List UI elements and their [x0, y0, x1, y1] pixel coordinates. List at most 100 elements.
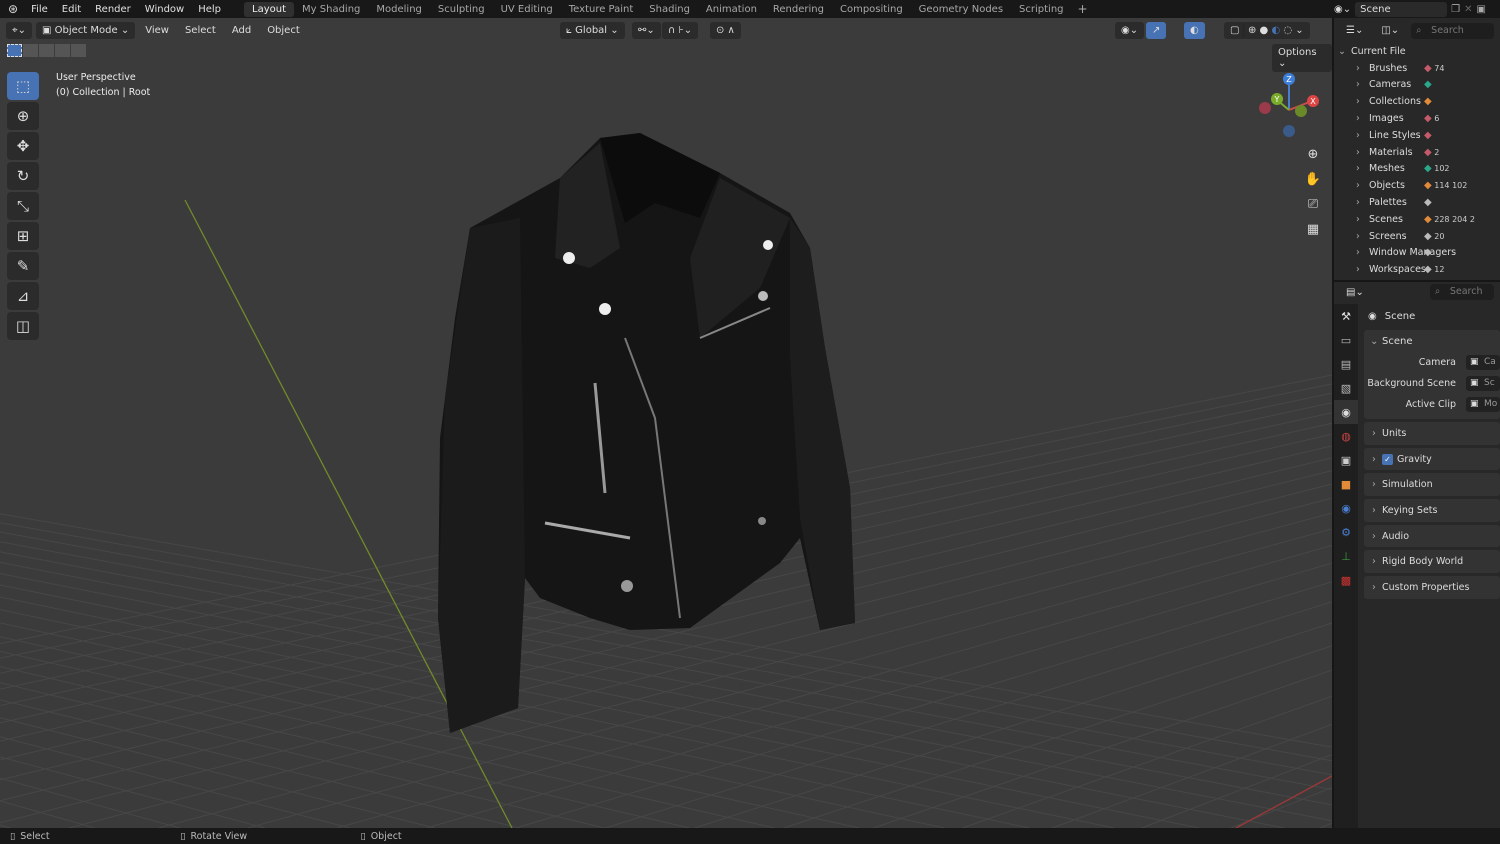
- mode-dropdown[interactable]: ▣ Object Mode ⌄: [36, 21, 136, 39]
- move-tool-icon[interactable]: ✥: [7, 132, 39, 160]
- scene-tab-icon[interactable]: ◉: [1334, 400, 1358, 424]
- world-tab-icon[interactable]: ◍: [1334, 424, 1358, 448]
- select-invert-icon[interactable]: [55, 44, 70, 57]
- zoom-icon[interactable]: ⊕: [1302, 142, 1324, 167]
- constraints-tab-icon[interactable]: ⊥: [1334, 544, 1358, 568]
- workspace-tab-animation[interactable]: Animation: [698, 2, 765, 17]
- panel-simulation[interactable]: › Simulation: [1364, 473, 1500, 497]
- properties-editor-type-icon[interactable]: ▤⌄: [1340, 283, 1370, 301]
- workspace-tab-layout[interactable]: Layout: [244, 1, 295, 17]
- menu-window[interactable]: Window: [138, 4, 191, 15]
- workspace-tab-texture-paint[interactable]: Texture Paint: [561, 2, 642, 17]
- outliner-item[interactable]: › Brushes ◆ 74: [1334, 60, 1500, 77]
- outliner-item[interactable]: › Cameras ◆: [1334, 77, 1500, 94]
- display-mode-icon[interactable]: ◫⌄: [1375, 22, 1406, 39]
- workspace-tab-my-shading[interactable]: My Shading: [294, 2, 368, 17]
- gizmo-icon[interactable]: ↗: [1146, 21, 1167, 39]
- render-tab-icon[interactable]: ▭: [1334, 328, 1358, 352]
- panel-audio[interactable]: › Audio: [1364, 524, 1500, 548]
- collection-tab-icon[interactable]: ▣: [1334, 448, 1358, 472]
- view-layer-icon[interactable]: ▣: [1476, 4, 1485, 15]
- panel-rigid-body-world[interactable]: › Rigid Body World: [1364, 550, 1500, 574]
- outliner-editor-type-icon[interactable]: ☰⌄: [1340, 22, 1370, 39]
- property-field[interactable]: ▣ Mo: [1466, 397, 1500, 412]
- outliner-item[interactable]: › Materials ◆ 2: [1334, 144, 1500, 161]
- menu-add[interactable]: Add: [226, 22, 257, 39]
- add-cube-tool-icon[interactable]: ◫: [7, 312, 39, 340]
- select-intersect-icon[interactable]: [71, 44, 86, 57]
- select-extend-icon[interactable]: [23, 44, 38, 57]
- proportional-edit-icon[interactable]: ⊙ ∧: [710, 21, 741, 39]
- menu-help[interactable]: Help: [191, 4, 228, 15]
- properties-search-input[interactable]: ⌕ Search: [1429, 284, 1494, 300]
- physics-tab-icon[interactable]: ⚙: [1334, 520, 1358, 544]
- workspace-tab-modeling[interactable]: Modeling: [368, 2, 430, 17]
- outliner-item[interactable]: › Objects ◆ 114 102: [1334, 177, 1500, 194]
- snap-icon[interactable]: ∩ ⊦⌄: [662, 21, 699, 39]
- menu-object[interactable]: Object: [261, 22, 306, 39]
- transform-tool-icon[interactable]: ⊞: [7, 222, 39, 250]
- outliner-item[interactable]: › Collections ◆: [1334, 93, 1500, 110]
- scale-tool-icon[interactable]: ⤡: [7, 192, 39, 220]
- scene-name-field[interactable]: Scene: [1355, 1, 1448, 17]
- menu-render[interactable]: Render: [88, 4, 138, 15]
- annotate-tool-icon[interactable]: ✎: [7, 252, 39, 280]
- workspace-tab-scripting[interactable]: Scripting: [1011, 2, 1071, 17]
- blender-logo-icon[interactable]: ⊛: [0, 2, 24, 16]
- 3d-viewport[interactable]: ⌖⌄ ▣ Object Mode ⌄ View Select Add Objec…: [0, 18, 1332, 828]
- rotate-tool-icon[interactable]: ↻: [7, 162, 39, 190]
- overlays-icon[interactable]: ◐: [1184, 21, 1205, 39]
- outliner-item[interactable]: › Palettes ◆: [1334, 194, 1500, 211]
- editor-type-button[interactable]: ⌖⌄: [6, 21, 33, 39]
- navigation-gizmo[interactable]: Z X Y: [1252, 70, 1327, 145]
- output-tab-icon[interactable]: ▤: [1334, 352, 1358, 376]
- texture-tab-icon[interactable]: ▩: [1334, 568, 1358, 592]
- property-field[interactable]: ▣ Ca: [1466, 355, 1500, 370]
- visibility-icon[interactable]: ◉⌄: [1115, 21, 1145, 39]
- gravity-checkbox[interactable]: ✓: [1382, 453, 1393, 465]
- outliner-item[interactable]: › Meshes ◆ 102: [1334, 161, 1500, 178]
- workspace-tab-uv-editing[interactable]: UV Editing: [493, 2, 561, 17]
- outliner-item[interactable]: › Window Managers ◆: [1334, 245, 1500, 262]
- menu-edit[interactable]: Edit: [55, 4, 88, 15]
- scene-panel-header[interactable]: ⌄ Scene: [1364, 330, 1500, 352]
- tool-tab-icon[interactable]: ⚒: [1334, 304, 1358, 328]
- outliner-item[interactable]: › Line Styles ◆: [1334, 127, 1500, 144]
- workspace-tab-geometry-nodes[interactable]: Geometry Nodes: [911, 2, 1011, 17]
- outliner-item[interactable]: › Workspaces ◆ 12: [1334, 261, 1500, 278]
- workspace-tab-rendering[interactable]: Rendering: [765, 2, 832, 17]
- ortho-grid-icon[interactable]: ▦: [1302, 217, 1324, 242]
- modifier-tab-icon[interactable]: ◉: [1334, 496, 1358, 520]
- select-new-icon[interactable]: [7, 44, 22, 57]
- delete-scene-icon[interactable]: ✕: [1464, 4, 1472, 15]
- outliner-item[interactable]: › Scenes ◆ 228 204 2: [1334, 211, 1500, 228]
- select-subtract-icon[interactable]: [39, 44, 54, 57]
- property-field[interactable]: ▣ Sc: [1466, 376, 1500, 391]
- workspace-tab-shading[interactable]: Shading: [641, 2, 698, 17]
- select-box-tool-icon[interactable]: ⬚: [7, 72, 39, 100]
- panel-units[interactable]: › Units: [1364, 422, 1500, 445]
- view-layer-tab-icon[interactable]: ▧: [1334, 376, 1358, 400]
- measure-tool-icon[interactable]: ⊿: [7, 282, 39, 310]
- cursor-tool-icon[interactable]: ⊕: [7, 102, 39, 130]
- pan-hand-icon[interactable]: ✋: [1302, 167, 1324, 192]
- shading-modes[interactable]: ⊕ ● ◐ ◌ ⌄: [1242, 21, 1310, 39]
- transform-orientation-dropdown[interactable]: ⟀ Global ⌄: [560, 21, 625, 39]
- pivot-point-icon[interactable]: ⚯⌄: [632, 21, 661, 39]
- outliner-item[interactable]: › Images ◆ 6: [1334, 110, 1500, 127]
- object-tab-icon[interactable]: ■: [1334, 472, 1358, 496]
- outliner-search-input[interactable]: ⌕ Search: [1411, 22, 1494, 39]
- workspace-tab-sculpting[interactable]: Sculpting: [430, 2, 493, 17]
- panel-custom-properties[interactable]: › Custom Properties: [1364, 576, 1500, 599]
- outliner-root[interactable]: ⌄ Current File: [1334, 43, 1500, 60]
- workspace-tab-compositing[interactable]: Compositing: [832, 2, 911, 17]
- menu-file[interactable]: File: [24, 4, 55, 15]
- options-button[interactable]: Options ⌄: [1272, 44, 1332, 72]
- scene-icon[interactable]: ◉⌄: [1334, 4, 1351, 15]
- add-workspace-icon[interactable]: +: [1072, 2, 1094, 16]
- outliner-item[interactable]: › Screens ◆ 20: [1334, 228, 1500, 245]
- menu-view[interactable]: View: [139, 22, 175, 39]
- camera-view-icon[interactable]: ⎚: [1302, 192, 1324, 217]
- panel-keying-sets[interactable]: › Keying Sets: [1364, 499, 1500, 522]
- new-scene-icon[interactable]: ❐: [1451, 4, 1460, 15]
